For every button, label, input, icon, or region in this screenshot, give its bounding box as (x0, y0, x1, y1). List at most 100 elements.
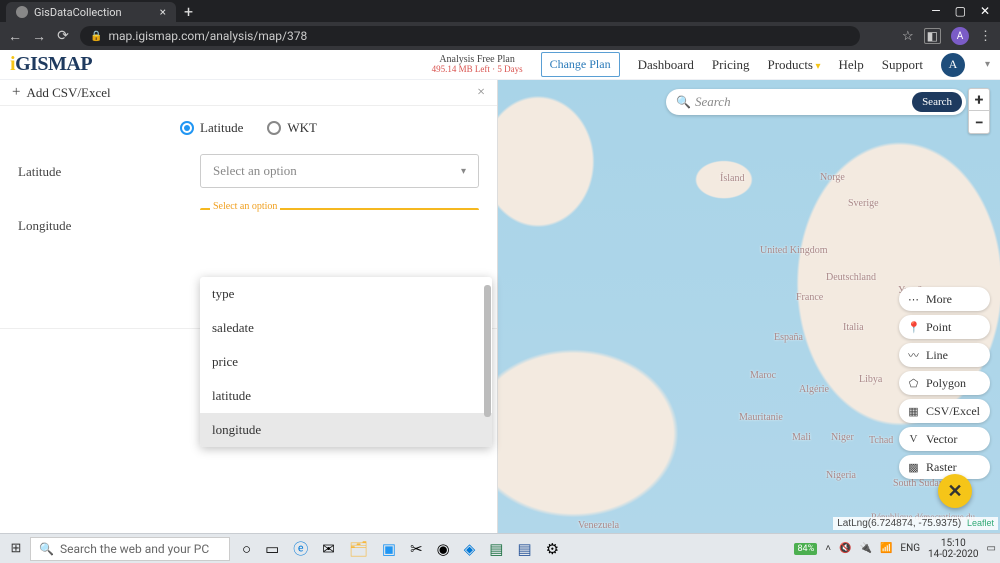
zoom-control: + − (968, 88, 990, 134)
change-plan-button[interactable]: Change Plan (541, 52, 620, 77)
zoom-in-button[interactable]: + (969, 89, 989, 111)
taskview-icon[interactable]: ▭ (265, 540, 279, 558)
app-icon[interactable]: ▣ (382, 540, 396, 558)
radio-wkt[interactable]: WKT (267, 120, 317, 136)
side-panel: + Add CSV/Excel × Latitude WKT Latitude … (0, 80, 498, 533)
map-label: Venezuela (578, 520, 619, 531)
zoom-out-button[interactable]: − (969, 111, 989, 133)
nav-products[interactable]: Products (767, 57, 820, 73)
battery-indicator[interactable]: 84% (794, 543, 817, 555)
settings-icon[interactable]: ⚙ (546, 540, 559, 558)
latitude-label: Latitude (18, 154, 188, 180)
tab-close-icon[interactable]: × (160, 5, 166, 19)
windows-search[interactable]: 🔍 Search the web and your PC (30, 537, 230, 561)
tool-polygon[interactable]: ⬠Polygon (899, 371, 990, 395)
nav-dashboard[interactable]: Dashboard (638, 57, 694, 73)
map-label: España (774, 332, 803, 343)
wifi-icon[interactable]: 📶 (880, 543, 892, 554)
tool-line[interactable]: 〰Line (899, 343, 990, 367)
tool-csv[interactable]: ▦CSV/Excel (899, 399, 990, 423)
map-label: Nigeria (826, 470, 856, 481)
vscode-icon[interactable]: ◈ (464, 540, 476, 558)
forward-icon[interactable]: → (32, 28, 46, 45)
tool-raster[interactable]: ▩Raster (899, 455, 990, 479)
cortana-icon[interactable]: ○ (242, 540, 251, 558)
clock[interactable]: 15:10 14-02-2020 (928, 538, 979, 560)
new-tab-button[interactable]: + (176, 2, 201, 21)
nav-support[interactable]: Support (882, 57, 923, 73)
map-label: Mali (792, 432, 811, 443)
map-label: Maroc (750, 370, 776, 381)
search-icon: 🔍 (676, 95, 691, 110)
lock-icon: 🔒 (90, 31, 102, 42)
dropdown-option-price[interactable]: price (200, 345, 492, 379)
latitude-row: Latitude Select an option ▾ (0, 146, 497, 192)
dropdown-option-longitude[interactable]: longitude (200, 413, 492, 447)
star-icon[interactable]: ☆ (902, 29, 914, 44)
url-field[interactable]: 🔒 map.igismap.com/analysis/map/378 (80, 26, 860, 46)
nav-pricing[interactable]: Pricing (712, 57, 750, 73)
map-search-bar[interactable]: 🔍 Search Search (666, 89, 966, 115)
dropdown-option-saledate[interactable]: saledate (200, 311, 492, 345)
snip-icon[interactable]: ✂ (410, 540, 423, 558)
windows-taskbar: ⊞ 🔍 Search the web and your PC ○ ▭ ⓔ ✉ 🗂… (0, 533, 1000, 563)
tool-vector[interactable]: VVector (899, 427, 990, 451)
volume-icon[interactable]: 🔇 (839, 543, 851, 554)
radio-checked-icon (180, 121, 194, 135)
radio-latitude[interactable]: Latitude (180, 120, 243, 136)
map-label: United Kingdom (760, 245, 828, 256)
user-avatar[interactable]: A (941, 53, 965, 77)
back-icon[interactable]: ← (8, 28, 22, 45)
chrome-icon[interactable]: ◉ (437, 540, 450, 558)
reload-icon[interactable]: ⟳ (56, 28, 70, 44)
word-icon[interactable]: ▤ (517, 540, 531, 558)
raster-icon: ▩ (907, 461, 920, 474)
dropdown-option-type[interactable]: type (200, 277, 492, 311)
lang-indicator[interactable]: ENG (900, 543, 920, 554)
window-maximize-icon[interactable]: ▢ (955, 4, 966, 18)
map-attribution: LatLng(6.724874, -75.9375) Leaflet (833, 517, 998, 530)
map-label: Sverige (848, 198, 879, 209)
tab-title: GisDataCollection (34, 6, 122, 19)
explorer-icon[interactable]: 🗂 (349, 540, 368, 558)
mail-icon[interactable]: ✉ (322, 540, 335, 558)
map-label: South Sudan (893, 478, 944, 489)
panel-close-icon[interactable]: × (477, 85, 485, 101)
profile-avatar[interactable]: A (951, 27, 969, 45)
user-menu-caret-icon[interactable]: ▾ (985, 59, 990, 70)
notifications-icon[interactable]: ▭ (987, 543, 996, 554)
taskbar-apps: ○ ▭ ⓔ ✉ 🗂 ▣ ✂ ◉ ◈ ▤ ▤ ⚙ (242, 538, 559, 559)
select-floating-label: Select an option (210, 201, 280, 212)
longitude-row: Longitude Select an option (0, 192, 497, 238)
extension-icon[interactable]: ◧ (924, 28, 941, 44)
power-icon[interactable]: 🔌 (860, 543, 872, 554)
map-label: Algérie (799, 384, 829, 395)
latitude-select[interactable]: Select an option ▾ (200, 154, 479, 188)
window-close-icon[interactable]: ✕ (980, 4, 990, 18)
chevron-down-icon: ▾ (461, 166, 466, 177)
coord-mode-radio-group: Latitude WKT (0, 106, 497, 146)
tool-point[interactable]: 📍Point (899, 315, 990, 339)
tool-more[interactable]: ⋯More (899, 287, 990, 311)
map-viewport[interactable]: Ísland United Kingdom France España Deut… (498, 80, 1000, 533)
vector-icon: V (907, 433, 920, 445)
search-icon: 🔍 (39, 542, 54, 556)
panel-header: + Add CSV/Excel × (0, 80, 497, 106)
leaflet-link[interactable]: Leaflet (967, 518, 994, 528)
nav-help[interactable]: Help (839, 57, 864, 73)
edge-icon[interactable]: ⓔ (293, 538, 308, 559)
fab-close-button[interactable]: ✕ (938, 474, 972, 508)
polygon-icon: ⬠ (907, 377, 920, 390)
start-button[interactable]: ⊞ (4, 537, 28, 561)
search-button[interactable]: Search (912, 92, 962, 112)
tray-up-icon[interactable]: ˄ (825, 543, 831, 554)
excel-icon[interactable]: ▤ (489, 540, 503, 558)
browser-menu-icon[interactable]: ⋮ (979, 29, 992, 44)
map-label: Italia (843, 322, 864, 333)
longitude-select[interactable]: Select an option (200, 208, 479, 222)
brand-logo[interactable]: iGISMAP (10, 53, 92, 76)
browser-tab[interactable]: GisDataCollection × (6, 2, 176, 22)
window-minimize-icon[interactable]: — (931, 4, 940, 18)
dropdown-option-latitude[interactable]: latitude (200, 379, 492, 413)
dropdown-scrollbar[interactable] (484, 285, 491, 417)
